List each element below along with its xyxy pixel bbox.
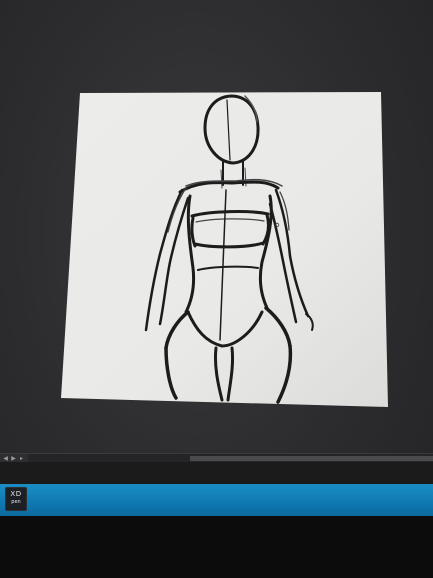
status-area xyxy=(0,462,433,484)
taskbar-app-button[interactable]: XD pen xyxy=(5,487,27,511)
taskbar-app-label: pen xyxy=(11,499,21,505)
scroll-left-icon[interactable]: ◀ xyxy=(2,455,9,462)
app-tablet-icon: XD xyxy=(10,490,22,498)
monitor-bezel xyxy=(0,516,433,578)
scroll-right-icon[interactable]: ▶ xyxy=(10,455,17,462)
canvas-workspace xyxy=(0,0,433,450)
drawing-paper[interactable] xyxy=(61,92,388,407)
scroll-step-icon[interactable]: ▸ xyxy=(18,455,25,462)
drawing-canvas-svg[interactable] xyxy=(0,0,433,450)
taskbar: XD pen xyxy=(0,484,433,516)
scroll-thumb[interactable] xyxy=(190,456,433,461)
monitor-screen: ◀ ▶ ▸ XD pen xyxy=(0,0,433,578)
